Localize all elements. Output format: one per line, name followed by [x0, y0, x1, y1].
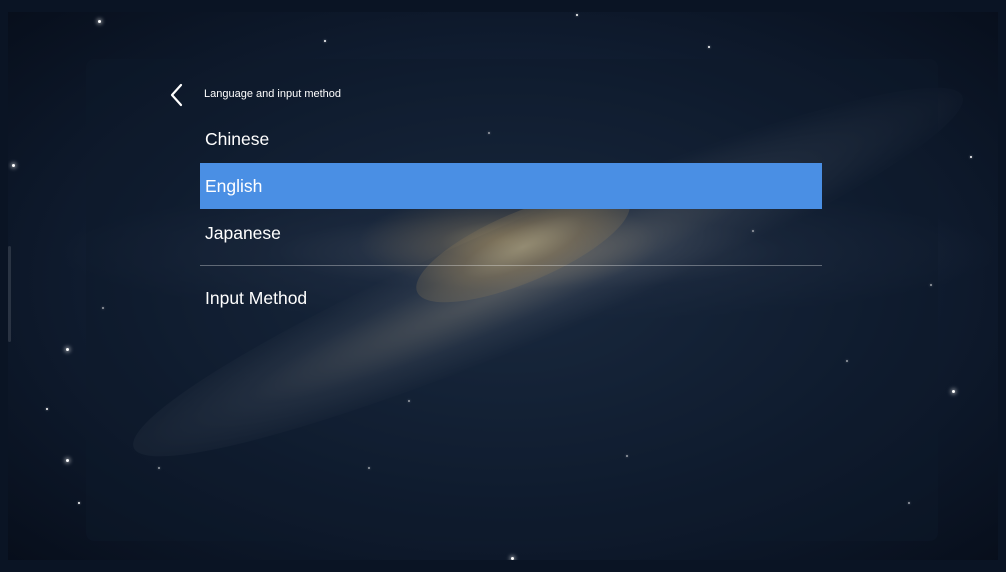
star — [78, 502, 80, 504]
language-option-japanese[interactable]: Japanese — [200, 211, 822, 255]
star — [66, 459, 69, 462]
star — [576, 14, 578, 16]
star — [952, 390, 955, 393]
star — [66, 348, 69, 351]
input-method-item[interactable]: Input Method — [200, 276, 822, 320]
page-title: Language and input method — [204, 88, 342, 100]
edge-handle — [8, 246, 11, 342]
star — [46, 408, 48, 410]
star — [511, 557, 514, 560]
star — [970, 156, 972, 158]
section-divider — [200, 265, 822, 266]
chevron-left-icon — [169, 83, 183, 107]
star — [12, 164, 15, 167]
star — [708, 46, 710, 48]
language-option-english[interactable]: English — [200, 163, 822, 209]
star — [98, 20, 101, 23]
back-button[interactable] — [164, 82, 188, 108]
star — [324, 40, 326, 42]
language-option-chinese[interactable]: Chinese — [200, 117, 822, 161]
